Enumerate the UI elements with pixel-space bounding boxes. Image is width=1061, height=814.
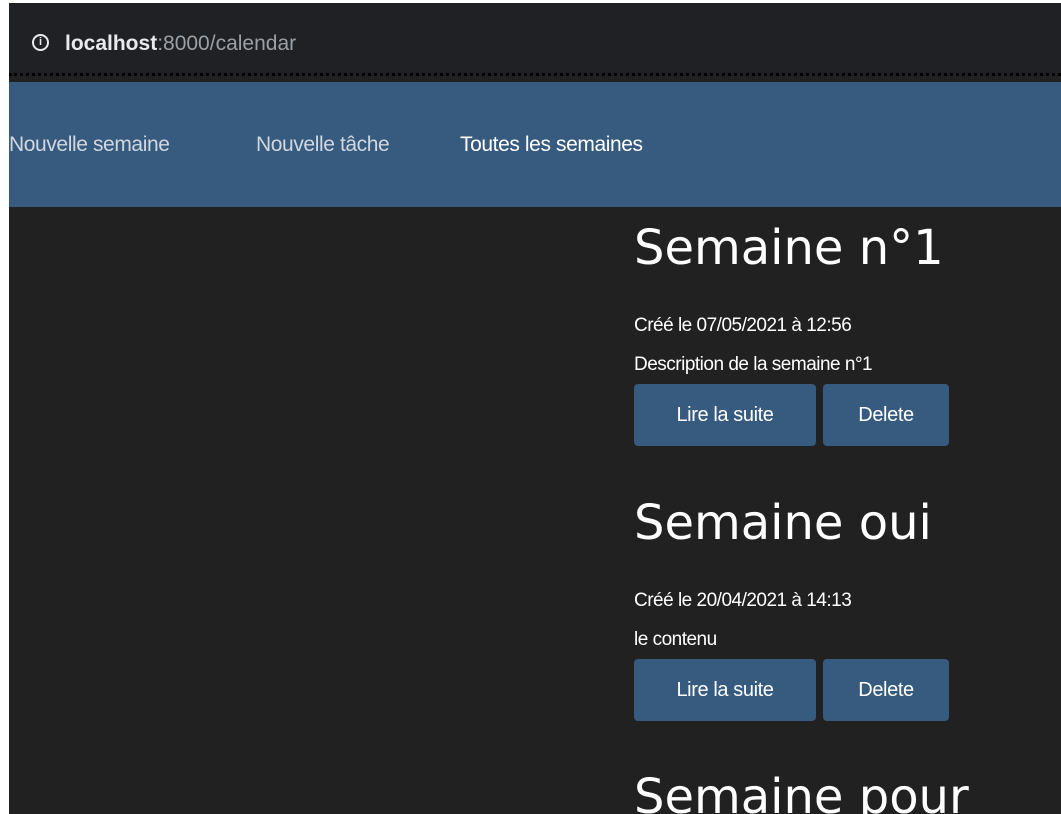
week-date: Créé le 07/05/2021 à 12:56 <box>634 315 852 336</box>
url-host: localhost <box>65 32 158 55</box>
read-more-button[interactable]: Lire la suite <box>634 384 816 446</box>
delete-button[interactable]: Delete <box>823 659 949 721</box>
nav-link-nouvelle-tache[interactable]: Nouvelle tâche <box>256 133 390 157</box>
read-more-button[interactable]: Lire la suite <box>634 659 816 721</box>
info-icon[interactable]: i <box>32 34 49 51</box>
delete-button[interactable]: Delete <box>823 384 949 446</box>
week-title: Semaine oui <box>634 495 932 551</box>
address-bar[interactable]: i localhost:8000/calendar <box>9 3 1061 76</box>
browser-window: i localhost:8000/calendar Nouvelle semai… <box>9 3 1061 814</box>
nav-link-nouvelle-semaine[interactable]: Nouvelle semaine <box>9 133 170 157</box>
week-actions: Lire la suite Delete <box>634 659 949 721</box>
week-actions: Lire la suite Delete <box>634 384 949 446</box>
week-description: Description de la semaine n°1 <box>634 354 873 375</box>
navbar: Nouvelle semaine Nouvelle tâche Toutes l… <box>9 82 1061 207</box>
week-card: Semaine pour <box>634 767 969 814</box>
week-title: Semaine pour <box>634 769 969 814</box>
url-text[interactable]: localhost:8000/calendar <box>65 32 296 56</box>
week-card: Semaine n°1 Créé le 07/05/2021 à 12:56 D… <box>634 218 949 446</box>
week-date: Créé le 20/04/2021 à 14:13 <box>634 590 852 611</box>
week-description: le contenu <box>634 629 717 650</box>
week-title: Semaine n°1 <box>634 220 944 276</box>
nav-link-toutes-les-semaines[interactable]: Toutes les semaines <box>460 133 643 157</box>
url-path: :8000/calendar <box>157 32 297 55</box>
week-card: Semaine oui Créé le 20/04/2021 à 14:13 l… <box>634 493 949 721</box>
